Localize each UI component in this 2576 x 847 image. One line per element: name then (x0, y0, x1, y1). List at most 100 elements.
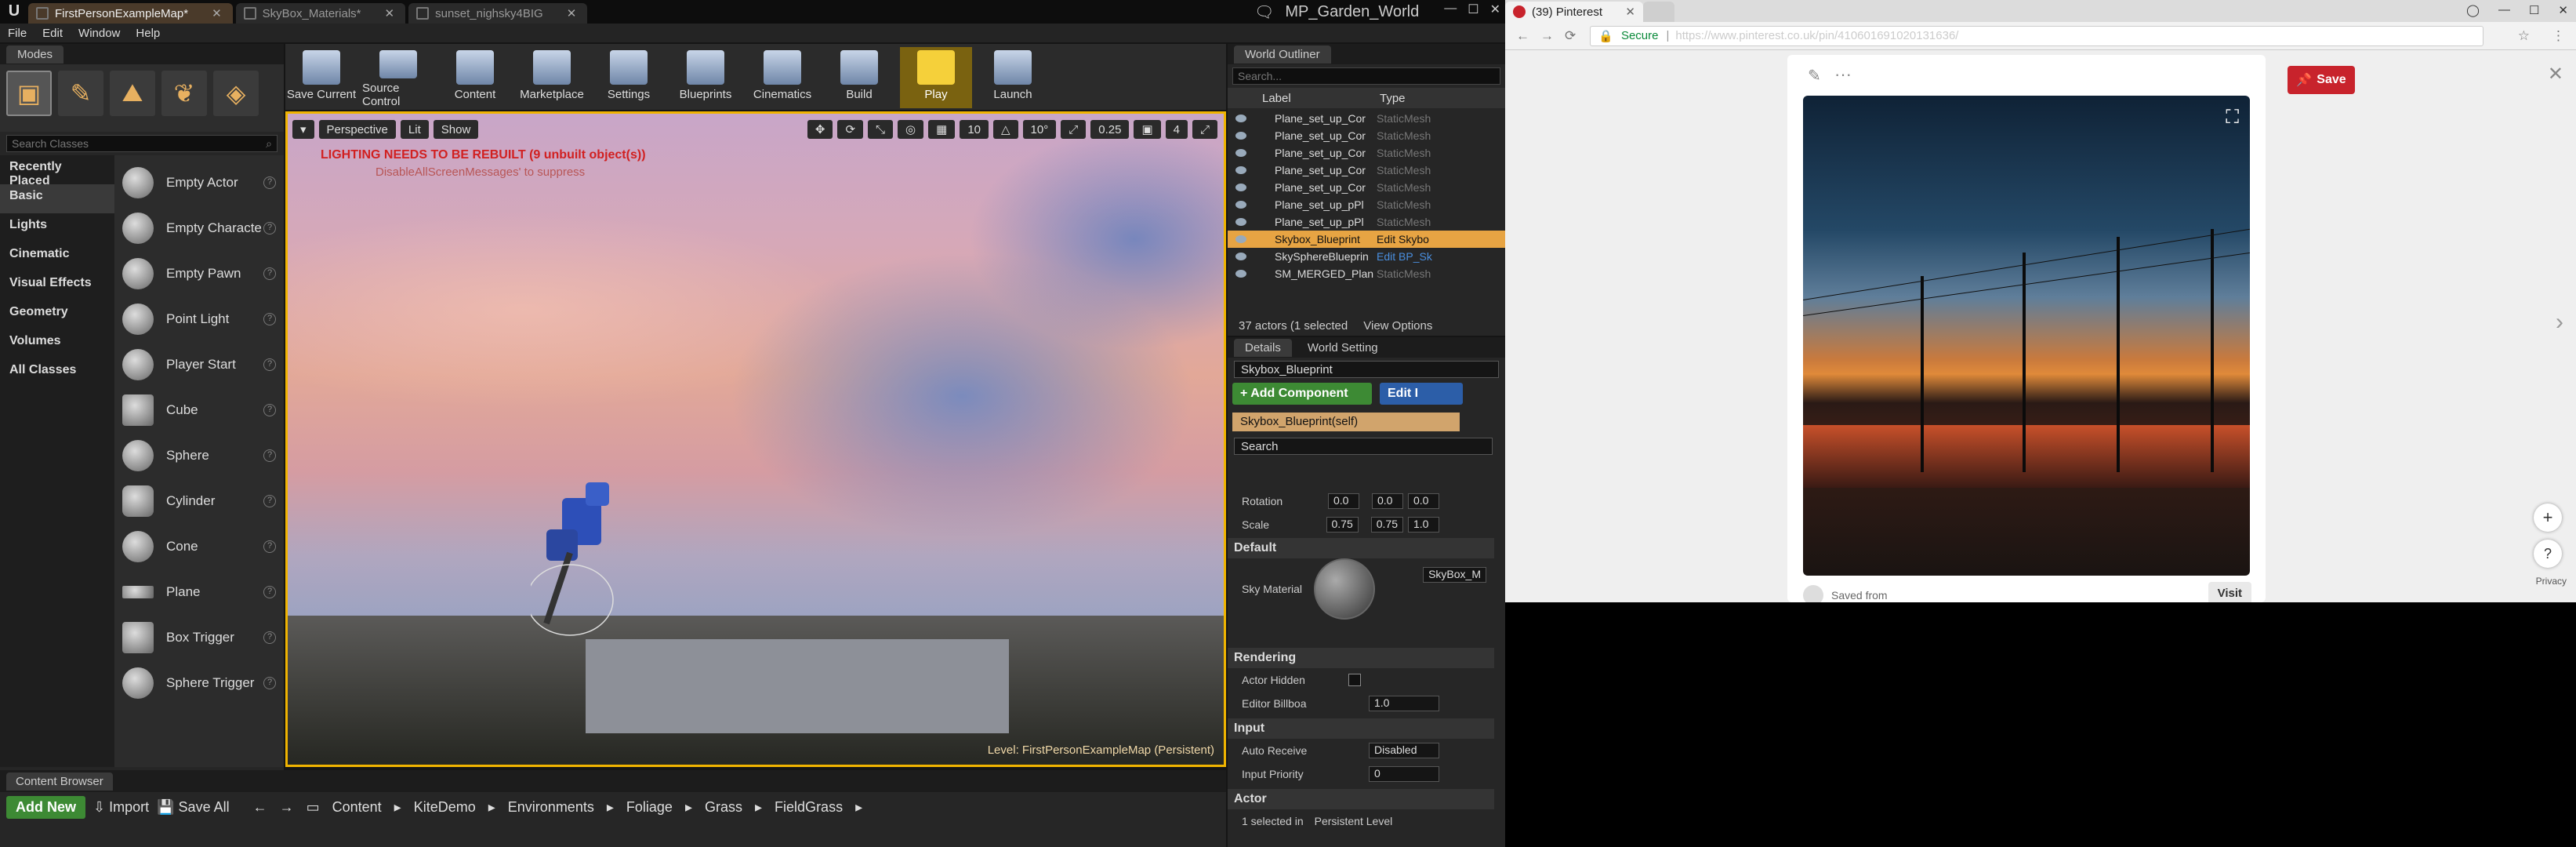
crumb-fieldgrass[interactable]: FieldGrass (775, 799, 843, 816)
visibility-eye-icon[interactable] (1235, 132, 1246, 140)
view-options-button[interactable]: View Options (1363, 319, 1432, 333)
crumb-environments[interactable]: Environments (508, 799, 594, 816)
paint-mode-icon[interactable]: ✎ (58, 71, 103, 116)
show-button[interactable]: Show (433, 120, 479, 139)
chevron-right-icon[interactable]: ▸ (488, 799, 495, 816)
save-all-button[interactable]: 💾 Save All (157, 799, 229, 816)
outliner-row[interactable]: SkySphereBlueprin Edit BP_Sk (1228, 248, 1505, 265)
crumb-kitedemo[interactable]: KiteDemo (414, 799, 476, 816)
visit-button[interactable]: Visit (2208, 582, 2251, 605)
back-icon[interactable]: ← (1516, 28, 1529, 44)
category-visual-effects[interactable]: Visual Effects (0, 271, 114, 300)
category-volumes[interactable]: Volumes (0, 329, 114, 358)
visibility-eye-icon[interactable] (1235, 201, 1246, 209)
place-item-box-trigger[interactable]: Box Trigger? (114, 615, 284, 660)
close-pin-icon[interactable]: ✕ (2548, 63, 2563, 85)
place-item-cylinder[interactable]: Cylinder? (114, 478, 284, 524)
rotation-x[interactable]: 0.0 (1328, 493, 1359, 509)
outliner-row[interactable]: SM_MERGED_Plan StaticMesh (1228, 265, 1505, 282)
help-icon[interactable]: ? (263, 586, 276, 598)
actor-name-field[interactable]: Skybox_Blueprint (1234, 361, 1499, 378)
maximize-icon[interactable]: ☐ (1468, 2, 1478, 17)
editor-billboard-value[interactable]: 1.0 (1369, 696, 1439, 711)
place-item-empty-pawn[interactable]: Empty Pawn? (114, 251, 284, 296)
help-icon[interactable]: ? (263, 313, 276, 325)
menu-window[interactable]: Window (78, 27, 120, 40)
section-input[interactable]: Input (1228, 718, 1494, 739)
chevron-right-icon[interactable]: ▸ (394, 799, 401, 816)
rotate-icon[interactable]: ⟳ (837, 120, 864, 139)
sky-material-thumbnail[interactable] (1314, 558, 1375, 620)
visibility-eye-icon[interactable] (1235, 253, 1246, 260)
close-tab-icon[interactable]: ✕ (1625, 5, 1635, 19)
help-icon[interactable]: ? (263, 677, 276, 689)
pin-save-button[interactable]: 📌 Save (2288, 66, 2355, 94)
scale-x[interactable]: 0.75 (1326, 517, 1359, 533)
new-tab-button[interactable] (1643, 2, 1674, 22)
visibility-eye-icon[interactable] (1235, 270, 1246, 278)
foliage-mode-icon[interactable]: ❦ (161, 71, 207, 116)
place-item-sphere-trigger[interactable]: Sphere Trigger? (114, 660, 284, 706)
profile-icon[interactable]: ◯ (2466, 3, 2480, 17)
modes-tab[interactable]: Modes (6, 45, 64, 64)
input-priority-value[interactable]: 0 (1369, 766, 1439, 782)
place-item-point-light[interactable]: Point Light? (114, 296, 284, 342)
actor-type[interactable]: Edit Skybo (1377, 233, 1429, 245)
minimize-icon[interactable]: — (2498, 3, 2510, 17)
save-current-button[interactable]: Save Current (285, 47, 357, 108)
crumb-grass[interactable]: Grass (705, 799, 742, 816)
rotation-y[interactable]: 0.0 (1372, 493, 1403, 509)
translate-icon[interactable]: ✥ (807, 120, 833, 139)
close-window-icon[interactable]: ✕ (2558, 3, 2568, 17)
rotation-snap-icon[interactable]: △ (993, 120, 1018, 139)
scale-z[interactable]: 1.0 (1408, 517, 1439, 533)
category-cinematic[interactable]: Cinematic (0, 242, 114, 271)
component-self-row[interactable]: Skybox_Blueprint(self) (1232, 413, 1460, 431)
plus-icon[interactable]: + (2534, 503, 2562, 532)
next-pin-chevron-icon[interactable]: › (2556, 309, 2563, 336)
menu-edit[interactable]: Edit (42, 27, 63, 40)
outliner-row[interactable]: Plane_set_up_pPl StaticMesh (1228, 196, 1505, 213)
add-new-button[interactable]: Add New (6, 795, 86, 819)
forward-arrow-icon[interactable]: → (280, 799, 294, 816)
help-icon[interactable]: ? (263, 495, 276, 507)
back-arrow-icon[interactable]: ← (253, 799, 267, 816)
sky-material-dropdown[interactable]: SkyBox_M (1384, 565, 1494, 585)
address-bar[interactable]: 🔒 Secure | https://www.pinterest.co.uk/pin/… (1590, 25, 2484, 46)
edit-pencil-icon[interactable]: ✎ (1808, 66, 1821, 85)
close-window-icon[interactable]: ✕ (1490, 2, 1500, 17)
menu-help[interactable]: Help (136, 27, 160, 40)
doc-tab-skybox-materials[interactable]: SkyBox_Materials* ✕ (235, 3, 406, 24)
blueprints-button[interactable]: Blueprints (669, 47, 742, 108)
help-icon[interactable]: ? (2534, 540, 2562, 568)
chevron-right-icon[interactable]: ▸ (755, 799, 762, 816)
content-browser-tab[interactable]: Content Browser (6, 772, 113, 791)
lit-button[interactable]: Lit (400, 120, 429, 139)
scale-snap-value[interactable]: 0.25 (1090, 120, 1130, 139)
add-component-button[interactable]: + Add Component (1232, 383, 1372, 405)
landscape-mode-icon[interactable]: ⛰ (110, 71, 155, 116)
edit-blueprint-button[interactable]: Edit I (1380, 383, 1463, 405)
auto-receive-dropdown[interactable]: Disabled (1369, 743, 1439, 758)
browser-tab-pinterest[interactable]: (39) Pinterest ✕ (1505, 2, 1643, 22)
world-outliner-tab[interactable]: World Outliner (1234, 45, 1331, 64)
scale-snap-icon[interactable]: ⤢ (1061, 120, 1087, 139)
menu-file[interactable]: File (8, 27, 27, 40)
chevron-right-icon[interactable]: ▸ (607, 799, 614, 816)
category-basic[interactable]: Basic (0, 184, 114, 213)
place-item-empty-actor[interactable]: Empty Actor? (114, 160, 284, 205)
maximize-icon[interactable]: ☐ (2529, 3, 2539, 17)
visibility-eye-icon[interactable] (1235, 218, 1246, 226)
help-icon[interactable]: ? (263, 540, 276, 553)
visibility-eye-icon[interactable] (1235, 184, 1246, 191)
marketplace-button[interactable]: Marketplace (516, 47, 588, 108)
section-default[interactable]: Default (1228, 538, 1494, 558)
camera-speed-value[interactable]: 4 (1165, 120, 1188, 139)
actor-type[interactable]: Edit BP_Sk (1377, 250, 1432, 263)
place-item-empty-character[interactable]: Empty Characte? (114, 205, 284, 251)
help-icon[interactable]: ? (263, 449, 276, 462)
settings-button[interactable]: Settings (593, 47, 665, 108)
scale-y[interactable]: 0.75 (1370, 517, 1403, 533)
crumb-content[interactable]: Content (332, 799, 382, 816)
actor-hidden-checkbox[interactable] (1348, 674, 1361, 686)
